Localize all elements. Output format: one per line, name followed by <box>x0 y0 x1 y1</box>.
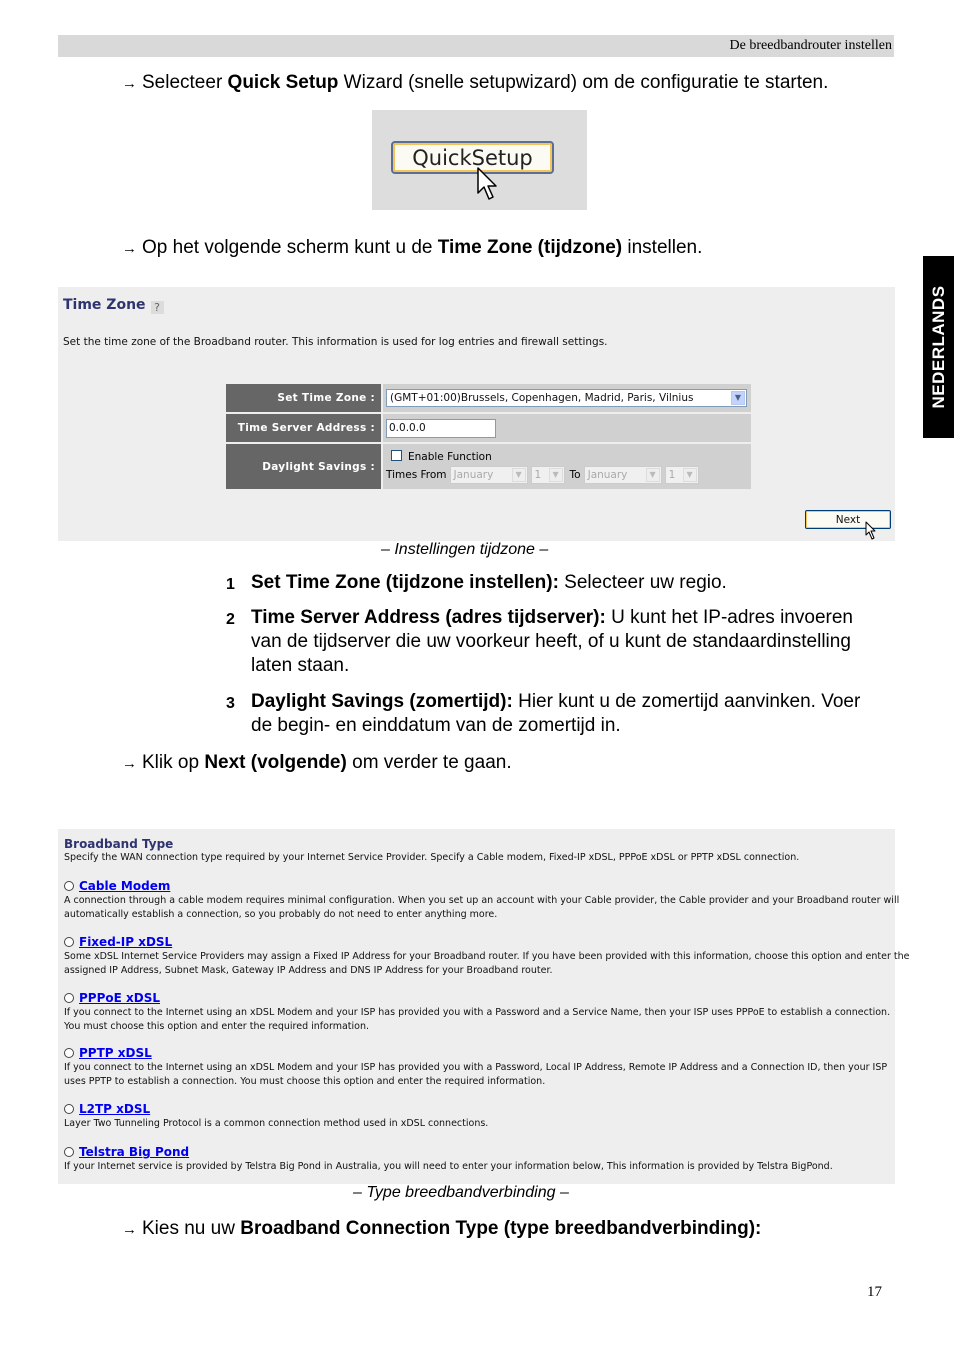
to-label: To <box>569 468 581 481</box>
running-header: De breedbandrouter instellen <box>58 35 894 57</box>
daylight-savings-row: Daylight Savings : Enable Function Times… <box>226 444 751 489</box>
enable-function-label: Enable Function <box>408 450 492 463</box>
l2tp-radio[interactable] <box>64 1104 74 1114</box>
quick-setup-screenshot: QuickSetup <box>372 110 587 210</box>
from-month-select[interactable]: January ▼ <box>449 465 528 484</box>
option-fixed-ip-xdsl: Fixed-IP xDSL Some xDSL Internet Service… <box>64 935 910 976</box>
numbered-item-1: 1 Set Time Zone (tijdzone instellen): Se… <box>226 572 727 593</box>
set-time-zone-label: Set Time Zone : <box>226 384 381 412</box>
time-server-row: Time Server Address : 0.0.0.0 <box>226 414 751 442</box>
daylight-savings-label: Daylight Savings : <box>226 444 381 489</box>
telstra-link[interactable]: Telstra Big Pond <box>79 1145 189 1159</box>
quick-setup-button[interactable]: QuickSetup <box>391 141 554 174</box>
time-server-input[interactable]: 0.0.0.0 <box>386 418 496 438</box>
broadband-type-screenshot: Broadband Type Specify the WAN connectio… <box>58 829 909 1184</box>
time-zone-title: Time Zone? <box>63 297 164 314</box>
option-cable-modem: Cable Modem A connection through a cable… <box>64 879 900 920</box>
option-pppoe-xdsl: PPPoE xDSL If you connect to the Interne… <box>64 991 891 1032</box>
help-icon[interactable]: ? <box>150 301 164 314</box>
telstra-radio[interactable] <box>64 1147 74 1157</box>
times-from-label: Times From <box>386 468 447 481</box>
step-next: → Klik op Next (volgende) om verder te ga… <box>122 751 512 776</box>
enable-function-checkbox[interactable] <box>391 449 402 461</box>
l2tp-link[interactable]: L2TP xDSL <box>79 1102 150 1116</box>
pptp-radio[interactable] <box>64 1048 74 1058</box>
page-number: 17 <box>867 1284 882 1300</box>
chevron-down-icon: ▼ <box>511 467 526 482</box>
time-zone-description: Set the time zone of the Broadband route… <box>63 336 608 348</box>
arrow-icon: → <box>122 755 137 772</box>
pppoe-link[interactable]: PPPoE xDSL <box>79 991 160 1005</box>
step-time-zone: → Op het volgende scherm kunt u de Time Z… <box>122 236 702 261</box>
language-label: NEDERLANDS <box>928 285 948 409</box>
to-day-select[interactable]: 1 ▼ <box>664 465 699 484</box>
arrow-icon: → <box>122 75 137 92</box>
running-title: De breedbandrouter instellen <box>729 38 893 53</box>
to-month-select[interactable]: January ▼ <box>583 465 662 484</box>
from-day-select[interactable]: 1 ▼ <box>530 465 565 484</box>
time-server-label: Time Server Address : <box>226 414 381 442</box>
step-broadband: → Kies nu uw Broadband Connection Type (t… <box>122 1217 761 1242</box>
chevron-down-icon: ▼ <box>645 467 660 482</box>
time-zone-screenshot: Time Zone? Set the time zone of the Broa… <box>58 287 895 541</box>
figure-caption-time-zone: – Instellingen tijdzone – <box>381 541 549 558</box>
arrow-icon: → <box>122 240 137 257</box>
numbered-item-3: 3 Daylight Savings (zomertijd): Hier kun… <box>226 691 861 736</box>
mouse-cursor-icon <box>865 521 876 540</box>
time-zone-form: Set Time Zone : (GMT+01:00)Brussels, Cop… <box>226 384 751 491</box>
chevron-down-icon: ▼ <box>682 467 697 482</box>
option-telstra-big-pond: Telstra Big Pond If your Internet servic… <box>64 1145 833 1172</box>
figure-caption-broadband: – Type breedbandverbinding – <box>353 1184 569 1201</box>
option-l2tp-xdsl: L2TP xDSL Layer Two Tunneling Protocol i… <box>64 1102 489 1129</box>
cable-modem-link[interactable]: Cable Modem <box>79 879 170 893</box>
next-button[interactable]: Next <box>805 510 891 529</box>
pppoe-radio[interactable] <box>64 993 74 1003</box>
mouse-cursor-icon <box>477 167 497 200</box>
chevron-down-icon[interactable]: ▼ <box>731 391 745 405</box>
broadband-type-description: Specify the WAN connection type required… <box>64 852 800 863</box>
language-tab: NEDERLANDS <box>923 256 954 438</box>
chevron-down-icon: ▼ <box>548 467 563 482</box>
fixed-ip-link[interactable]: Fixed-IP xDSL <box>79 935 172 949</box>
time-zone-select[interactable]: (GMT+01:00)Brussels, Copenhagen, Madrid,… <box>386 389 747 407</box>
fixed-ip-radio[interactable] <box>64 937 74 947</box>
step-quick-setup: → Selecteer Quick Setup Wizard (snelle se… <box>122 71 828 96</box>
numbered-item-2: 2 Time Server Address (adres tijdserver)… <box>226 607 853 676</box>
pptp-link[interactable]: PPTP xDSL <box>79 1046 152 1060</box>
arrow-icon: → <box>122 1221 137 1238</box>
set-time-zone-row: Set Time Zone : (GMT+01:00)Brussels, Cop… <box>226 384 751 412</box>
option-pptp-xdsl: PPTP xDSL If you connect to the Internet… <box>64 1046 888 1087</box>
broadband-type-title: Broadband Type <box>64 837 174 851</box>
cable-modem-radio[interactable] <box>64 881 74 891</box>
